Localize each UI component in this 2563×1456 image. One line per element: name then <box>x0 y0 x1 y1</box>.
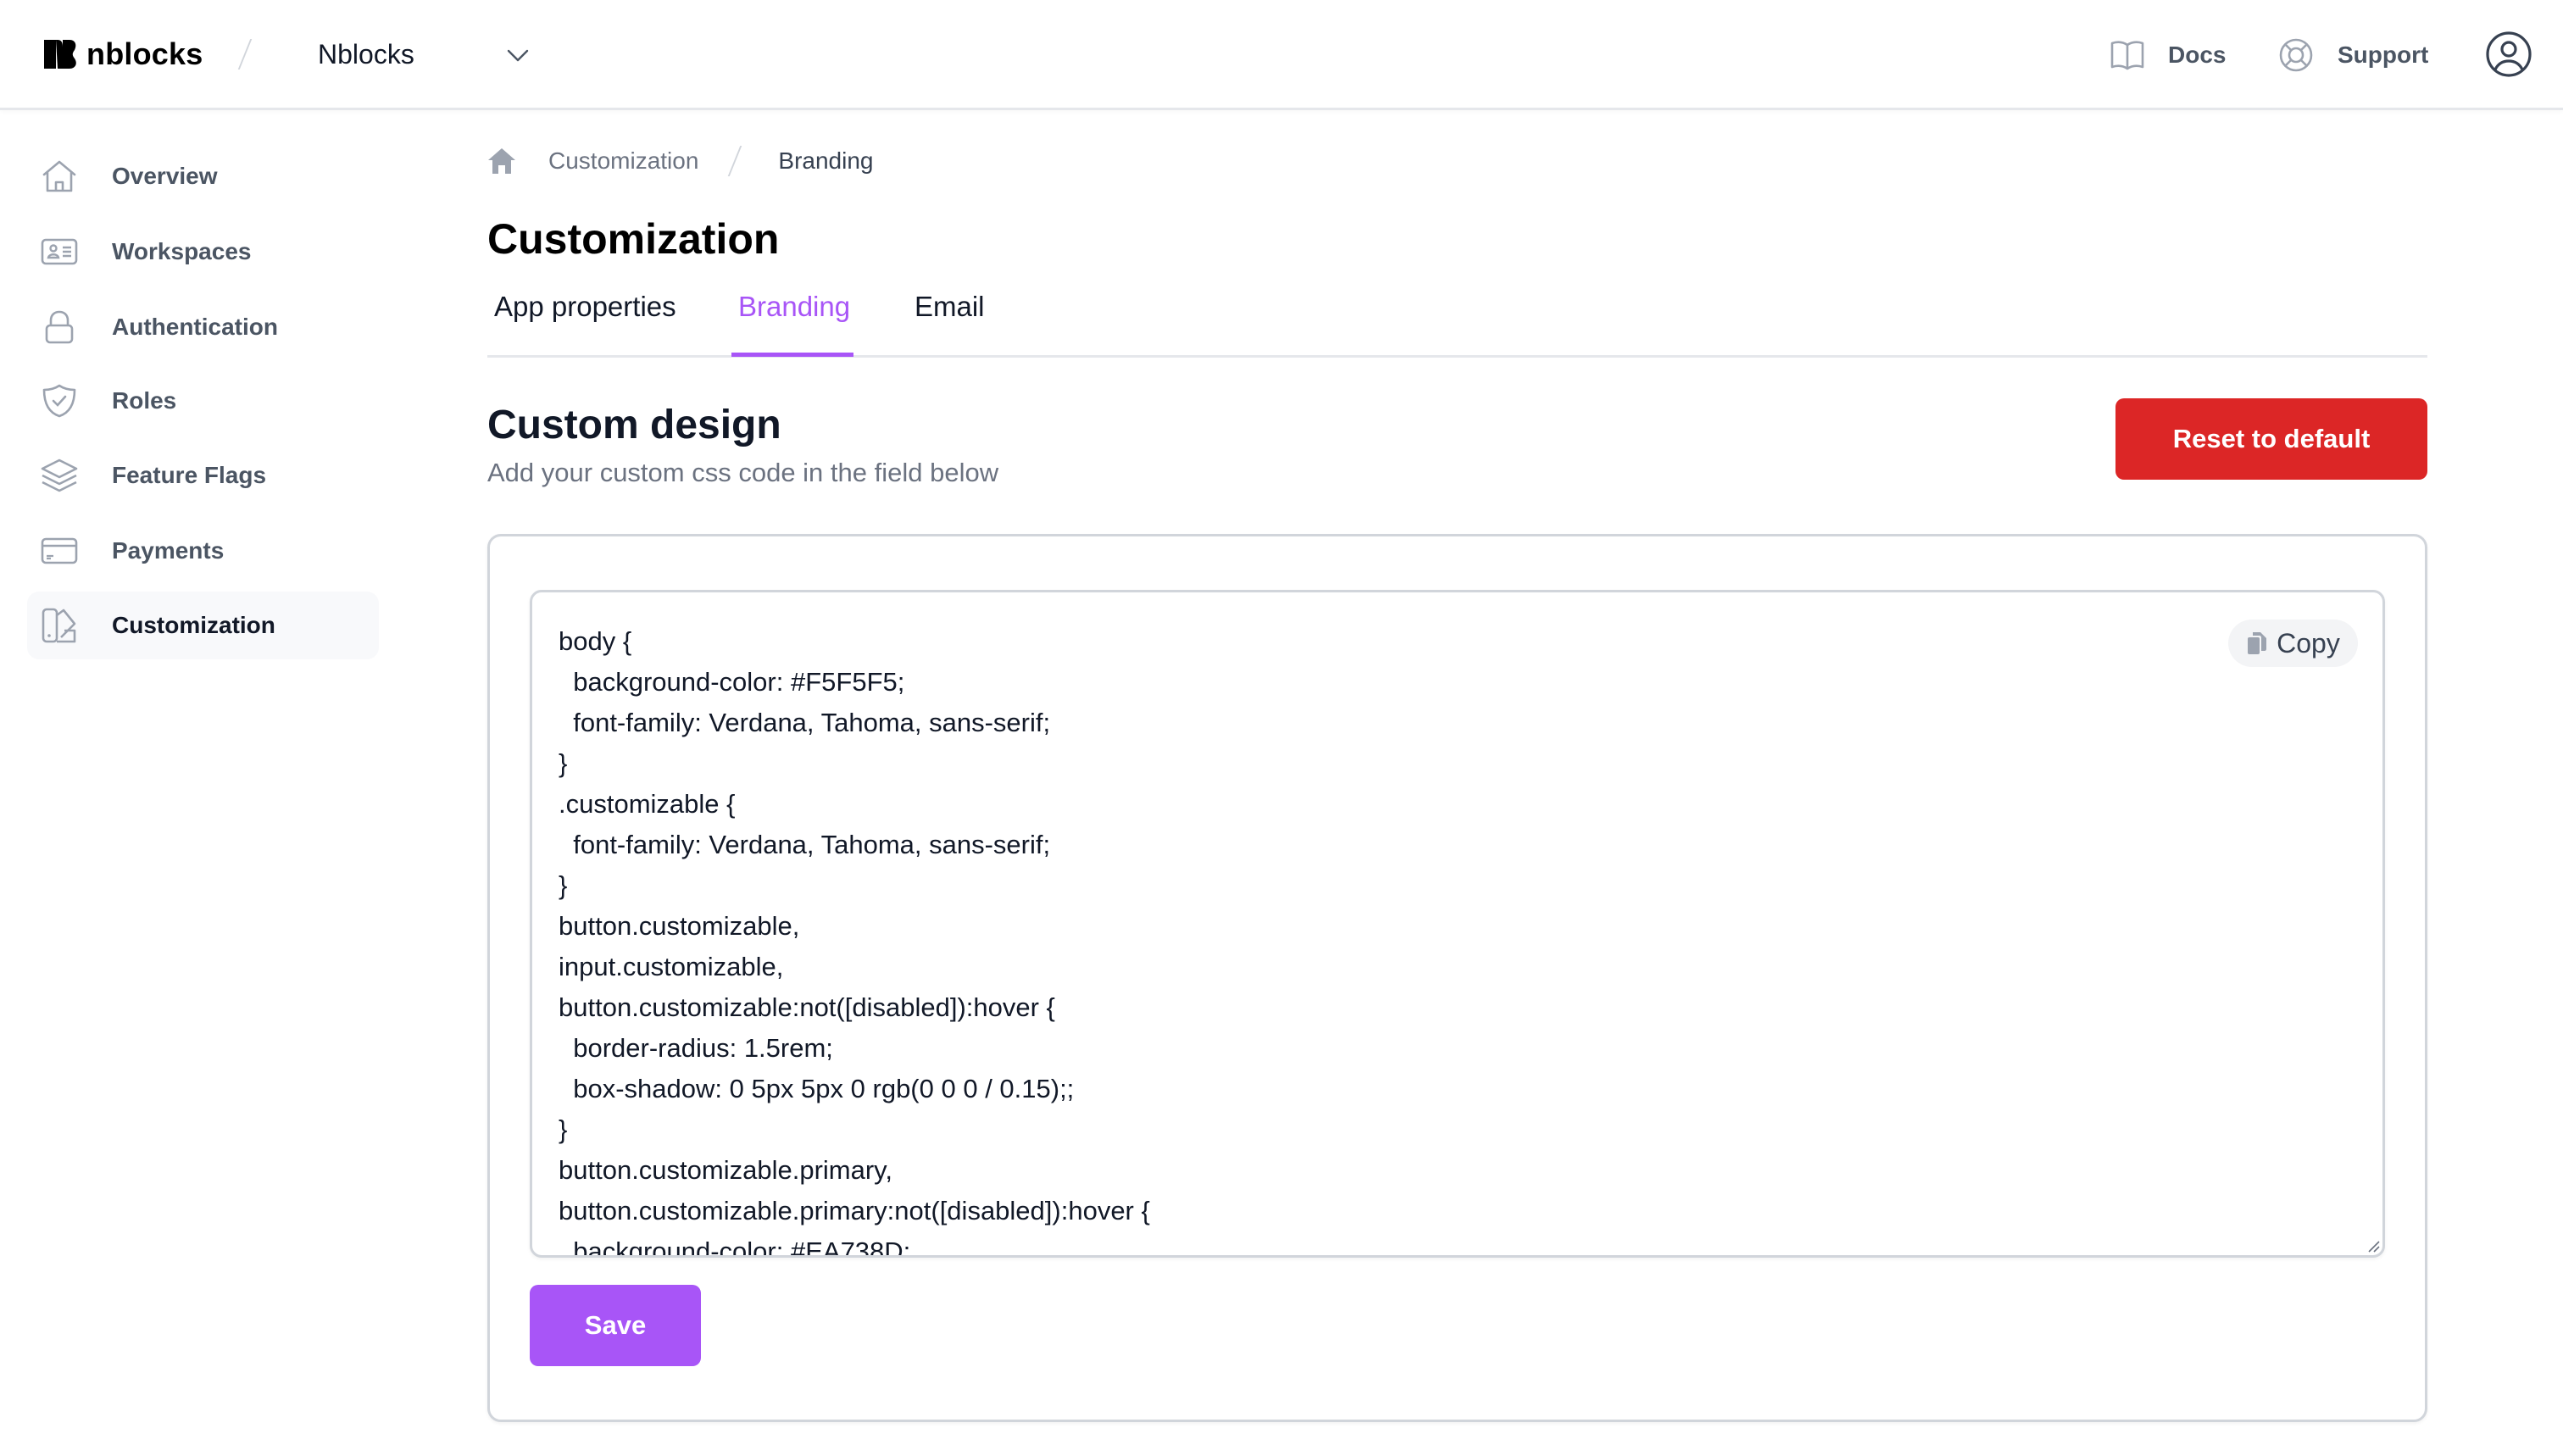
reset-to-default-button[interactable]: Reset to default <box>2115 398 2427 480</box>
breadcrumb-separator <box>728 146 742 176</box>
code-line: body { <box>559 626 632 656</box>
lifebuoy-icon <box>2279 38 2313 72</box>
sidebar-item-label: Feature Flags <box>112 462 267 488</box>
sidebar-item-authentication[interactable]: Authentication <box>27 293 379 361</box>
organization-name[interactable]: Nblocks <box>318 37 414 71</box>
id-card-icon <box>41 233 78 270</box>
support-label: Support <box>2338 42 2429 68</box>
code-line: input.customizable, <box>559 952 784 981</box>
sidebar-item-payments[interactable]: Payments <box>27 517 379 585</box>
code-line: .customizable { <box>559 789 736 819</box>
code-line: button.customizable.primary:not([disable… <box>559 1196 1150 1225</box>
tab-branding[interactable]: Branding <box>738 288 850 325</box>
code-line: } <box>559 870 568 900</box>
lock-icon <box>41 308 78 346</box>
top-header: nblocks Nblocks Docs Support <box>0 0 2563 110</box>
swatch-icon <box>41 607 78 644</box>
user-avatar-icon[interactable] <box>2485 31 2532 78</box>
sidebar-item-label: Payments <box>112 537 225 564</box>
sidebar-item-label: Roles <box>112 387 177 414</box>
section-title: Custom design <box>487 403 781 447</box>
support-link[interactable]: Support <box>2278 34 2428 76</box>
layers-icon <box>41 457 78 494</box>
tab-bar: App properties Branding Email <box>487 280 2427 358</box>
sidebar-item-overview[interactable]: Overview <box>27 142 379 210</box>
code-line: } <box>559 748 568 778</box>
header-separator <box>237 39 253 69</box>
docs-label: Docs <box>2168 42 2227 68</box>
credit-card-icon <box>41 532 78 570</box>
sidebar-item-label: Authentication <box>112 314 278 340</box>
active-tab-indicator <box>731 353 853 357</box>
sidebar-nav: Overview Workspaces Authentication Roles… <box>0 110 398 1456</box>
section-subtitle: Add your custom css code in the field be… <box>487 458 999 487</box>
copy-icon <box>2248 632 2267 654</box>
code-line: box-shadow: 0 5px 5px 0 rgb(0 0 0 / 0.15… <box>559 1074 1075 1103</box>
css-code-textarea[interactable]: body { background-color: #F5F5F5; font-f… <box>530 590 2385 1258</box>
save-button[interactable]: Save <box>530 1285 701 1366</box>
sidebar-item-workspaces[interactable]: Workspaces <box>27 218 379 286</box>
brand-name: nblocks <box>86 36 203 71</box>
sidebar-item-customization[interactable]: Customization <box>27 592 379 659</box>
breadcrumb-branding: Branding <box>778 147 874 174</box>
docs-link[interactable]: Docs <box>2110 34 2226 76</box>
code-line: background-color: #EA738D; <box>559 1236 911 1258</box>
copy-label: Copy <box>2277 627 2340 659</box>
home-icon <box>41 158 78 195</box>
code-line: background-color: #F5F5F5; <box>559 667 905 697</box>
breadcrumb-customization[interactable]: Customization <box>548 147 698 175</box>
resize-handle-icon[interactable] <box>2366 1238 2381 1253</box>
home-icon[interactable] <box>487 147 516 175</box>
sidebar-item-label: Workspaces <box>112 238 252 264</box>
copy-button[interactable]: Copy <box>2228 620 2358 667</box>
shield-check-icon <box>41 382 78 420</box>
brand-logo[interactable]: nblocks <box>44 36 203 71</box>
page-title: Customization <box>487 215 780 263</box>
code-line: font-family: Verdana, Tahoma, sans-serif… <box>559 830 1051 859</box>
code-line: } <box>559 1114 568 1144</box>
tab-app-properties[interactable]: App properties <box>494 288 676 325</box>
code-line: font-family: Verdana, Tahoma, sans-serif… <box>559 708 1051 737</box>
nblocks-logo-icon <box>44 40 76 69</box>
code-line: button.customizable.primary, <box>559 1155 892 1185</box>
sidebar-item-label: Overview <box>112 163 218 189</box>
code-line: button.customizable, <box>559 911 800 941</box>
code-line: border-radius: 1.5rem; <box>559 1033 833 1063</box>
tab-email[interactable]: Email <box>915 288 985 325</box>
code-line: button.customizable:not([disabled]):hove… <box>559 992 1055 1022</box>
book-open-icon <box>2110 41 2144 70</box>
sidebar-item-label: Customization <box>112 612 275 638</box>
sidebar-item-feature-flags[interactable]: Feature Flags <box>27 442 379 509</box>
sidebar-item-roles[interactable]: Roles <box>27 367 379 435</box>
breadcrumb: Customization Branding <box>487 144 874 178</box>
chevron-down-icon[interactable] <box>505 42 531 68</box>
css-code-content[interactable]: body { background-color: #F5F5F5; font-f… <box>559 621 2213 1258</box>
